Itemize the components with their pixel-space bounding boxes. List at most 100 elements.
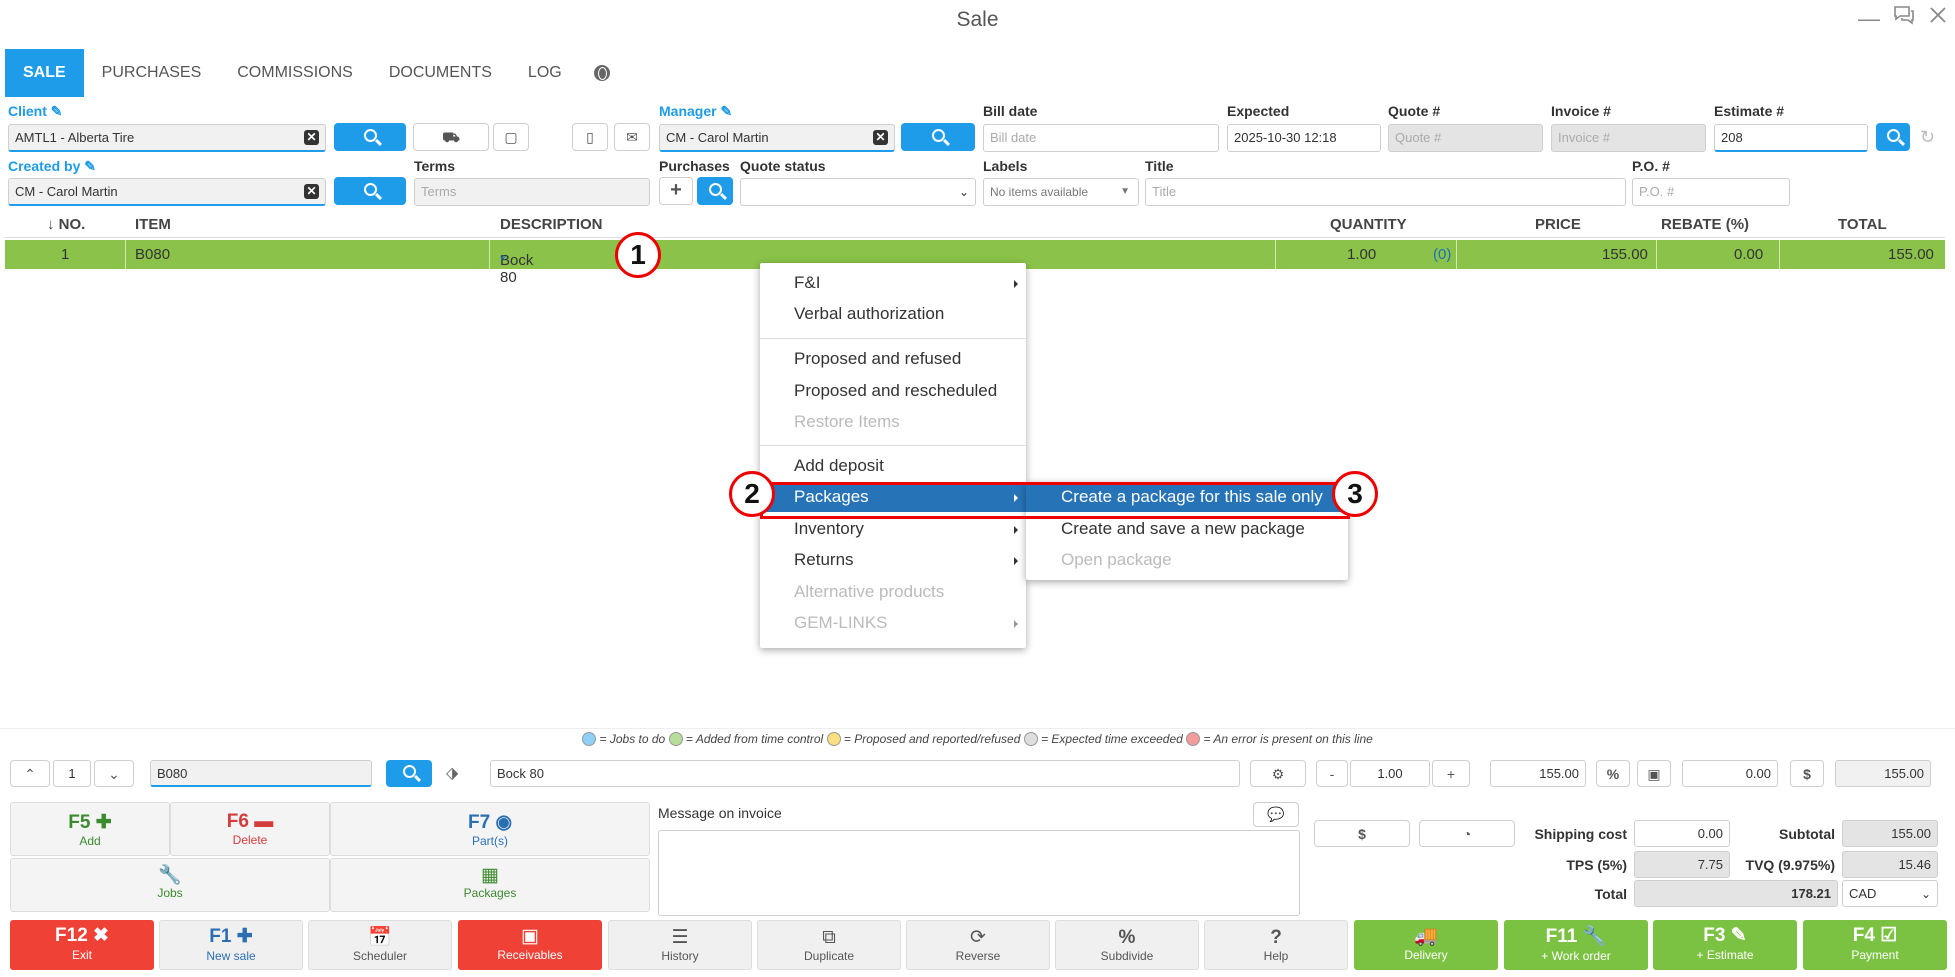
clear-icon[interactable]: ✕ [304,130,319,145]
previous-line-button[interactable]: ⌃ [10,760,50,787]
purchases-label: Purchases [659,158,730,174]
expected-input[interactable]: 2025-10-30 12:18 [1227,124,1381,152]
quote-status-select[interactable]: ⌄ [740,178,976,206]
menu-item-returns[interactable]: Returns [760,545,1026,575]
terms-input[interactable]: Terms [414,178,650,206]
purchase-search-button[interactable] [697,177,733,205]
manager-input[interactable]: CM - Carol Martin ✕ [659,124,895,152]
message-comment-button[interactable]: 💬 [1253,802,1299,827]
col-quantity[interactable]: QUANTITY [1330,216,1407,233]
subdivide-button[interactable]: % Subdivide [1055,920,1199,970]
parts-button[interactable]: F7 ◉ Part(s) [330,802,650,856]
col-item[interactable]: ITEM [135,216,171,233]
title-input[interactable]: Title [1145,178,1626,206]
edit-icon[interactable]: ✎ [84,158,96,174]
cash-button[interactable]: ▣ [1637,760,1671,787]
edit-icon[interactable]: ✎ [720,103,732,119]
rebate-input[interactable]: 0.00 [1682,760,1778,787]
item-code-input[interactable]: B080 [150,760,372,787]
duplicate-button[interactable]: ⧉ Duplicate [757,920,901,970]
reverse-button[interactable]: ⟳ Reverse [906,920,1050,970]
receivables-button[interactable]: ▣ Receivables [458,920,602,970]
price-input[interactable]: 155.00 [1490,760,1586,787]
legend-dot-added [668,732,683,746]
client-label[interactable]: Client ✎ [8,103,63,120]
estimate-button[interactable]: F3 ✎ + Estimate [1653,920,1797,970]
col-no[interactable]: ↓ NO. [47,216,85,233]
title-bar: Sale [0,0,1955,40]
created-by-search-button[interactable] [334,177,406,205]
manager-label[interactable]: Manager ✎ [659,103,732,120]
history-button[interactable]: ☰ History [608,920,752,970]
increase-quantity-button[interactable]: + [1432,760,1470,787]
menu-item-proposed-rescheduled[interactable]: Proposed and rescheduled [760,376,1026,406]
tab-commissions[interactable]: COMMISSIONS [219,49,371,97]
delivery-button[interactable]: 🚚 Delivery [1354,920,1498,970]
col-price[interactable]: PRICE [1535,216,1581,233]
vehicle-button[interactable]: ⛟ [413,123,489,151]
row-price: 155.00 [1602,246,1648,263]
bill-date-input[interactable]: Bill date [983,124,1219,152]
add-purchase-button[interactable]: + [659,177,693,205]
add-button[interactable]: F5 ✚ Add [10,802,170,856]
col-total[interactable]: TOTAL [1838,216,1887,233]
delete-button[interactable]: F6 ▬ Delete [170,802,330,856]
tag-icon[interactable]: ⬗ [446,763,458,783]
po-input[interactable]: P.O. # [1632,178,1790,206]
quantity-input[interactable]: 1.00 [1350,760,1430,787]
client-input[interactable]: AMTL1 - Alberta Tire ✕ [8,124,326,152]
col-description[interactable]: DESCRIPTION [500,216,603,233]
line-number-input[interactable]: 1 [53,760,91,787]
email-button[interactable]: ✉ [614,123,650,151]
created-by-label[interactable]: Created by ✎ [8,158,96,175]
jobs-button[interactable]: 🔧 Jobs [10,858,330,912]
col-rebate[interactable]: REBATE (%) [1661,216,1749,233]
estimate-input[interactable]: 208 [1714,124,1868,152]
client-search-button[interactable] [334,123,406,151]
globe-icon[interactable] [593,65,610,81]
scheduler-button[interactable]: 📅 Scheduler [308,920,452,970]
exit-button[interactable]: F12 ✖ Exit [10,920,154,970]
clear-icon[interactable]: ✕ [304,184,319,199]
next-line-button[interactable]: ⌄ [94,760,134,787]
legend-dot-proposed [826,732,841,746]
menu-item-verbal-authorization[interactable]: Verbal authorization [760,299,1026,329]
tab-documents[interactable]: DOCUMENTS [371,49,510,97]
description-input[interactable]: Bock 80 [490,760,1240,787]
tab-log[interactable]: LOG [510,49,580,97]
new-sale-button[interactable]: F1 ✚ New sale [159,920,303,970]
manager-search-button[interactable] [901,123,975,151]
menu-item-fi[interactable]: F&I [760,268,1026,298]
title-label: Title [1145,158,1174,174]
payment-dollar-button[interactable]: $ [1314,820,1410,847]
refresh-icon[interactable]: ↻ [1920,127,1935,148]
decrease-quantity-button[interactable]: - [1316,760,1348,787]
percent-button[interactable]: % [1596,760,1630,787]
tab-purchases[interactable]: PURCHASES [84,49,220,97]
clear-icon[interactable]: ✕ [873,130,888,145]
dollar-button[interactable]: $ [1790,760,1824,787]
shipping-input[interactable]: 0.00 [1634,820,1730,847]
tab-sale[interactable]: SALE [5,49,84,97]
chevron-up-icon: ⌃ [24,766,36,782]
edit-icon[interactable]: ✎ [51,103,63,119]
payment-button[interactable]: F4 ☑ Payment [1803,920,1947,970]
row-reserved[interactable]: (0) [1433,246,1451,263]
message-textarea[interactable] [658,830,1300,916]
close-icon[interactable] [1928,3,1948,31]
created-by-input[interactable]: CM - Carol Martin ✕ [8,178,326,206]
settings-button[interactable]: ⚙ [1250,760,1306,787]
minimize-icon[interactable]: — [1858,6,1880,32]
menu-item-proposed-refused[interactable]: Proposed and refused [760,344,1026,374]
note-button[interactable]: ▢ [493,123,529,151]
work-order-button[interactable]: F11 🔧 + Work order [1504,920,1648,970]
item-search-button[interactable] [386,760,432,787]
labels-select[interactable]: No items available ▼ [983,178,1139,206]
estimate-search-button[interactable] [1876,123,1910,151]
help-button[interactable]: ? Help [1204,920,1348,970]
chat-icon[interactable] [1892,4,1916,32]
packages-button[interactable]: ▦ Packages [330,858,650,912]
menu-item-add-deposit[interactable]: Add deposit [760,451,1026,481]
currency-select[interactable]: CAD ⌄ [1842,880,1938,907]
phone-button[interactable]: ▯ [572,123,608,151]
